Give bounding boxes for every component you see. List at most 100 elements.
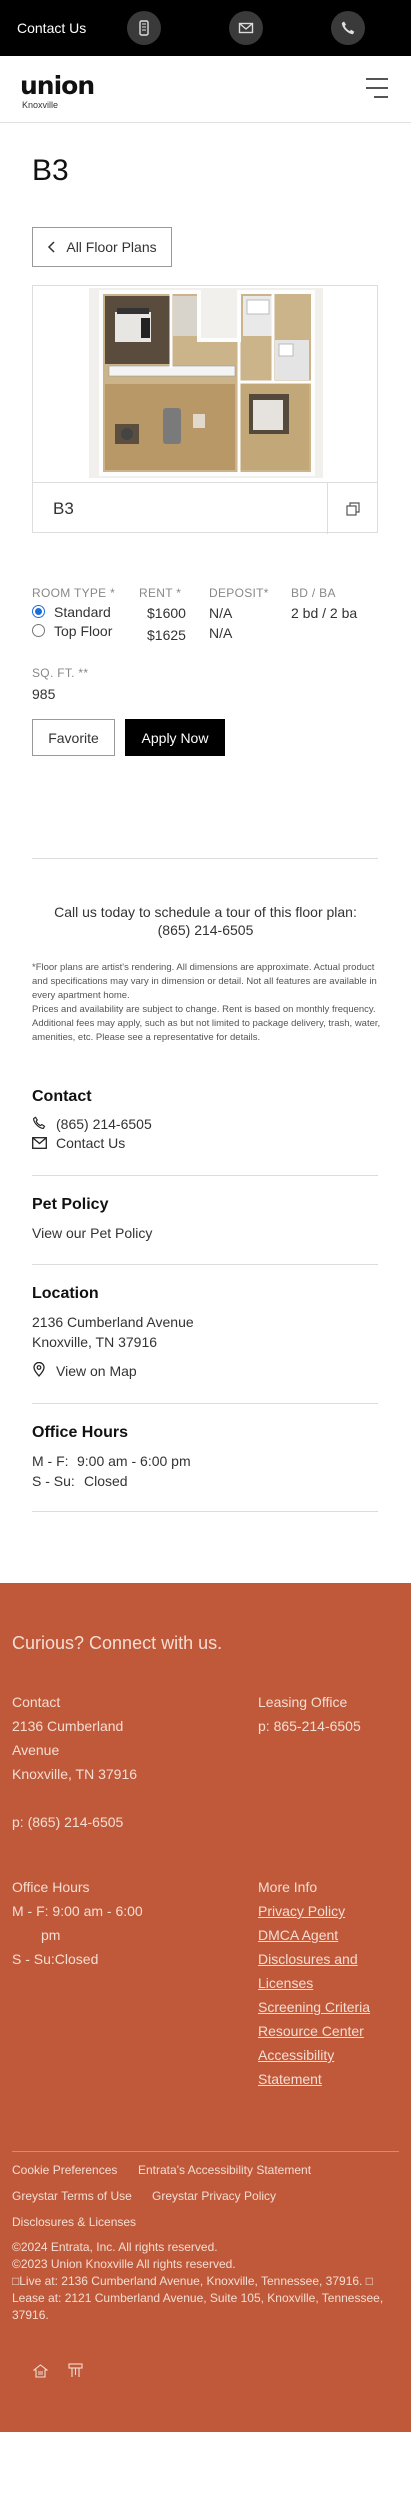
hours-weekend-label: S - Su: [32,1473,75,1489]
sqft-value: 985 [32,686,56,702]
accessibility-link[interactable]: Accessibility [258,2047,334,2063]
hours-weekend-time: Closed [84,1473,128,1489]
map-pin-icon [33,1362,45,1377]
favorite-button[interactable]: Favorite [32,719,115,756]
disclaimer-pricing: Prices and availability are subject to c… [32,1004,381,1043]
floor-plan-card: B3 [32,285,378,534]
cookie-preferences-link[interactable]: Cookie Preferences [12,2163,117,2177]
dmca-agent-link[interactable]: DMCA Agent [258,1927,338,1943]
union-logo[interactable]: union Knoxville [20,71,100,110]
phone-icon [32,1116,46,1130]
footer-divider [12,2151,399,2152]
page-title: B3 [32,154,69,187]
bd-ba-label: BD / BA [291,586,336,600]
office-hours-title: Office Hours [32,1424,129,1441]
footer-address-1: 2136 Cumberland [12,1718,124,1734]
chevron-left-icon [48,241,55,253]
lease-at-address-cont: 37916. [12,2308,49,2322]
room-type-standard-radio[interactable] [32,605,45,618]
disclosures-link[interactable]: Disclosures and [258,1951,358,1967]
contact-phone[interactable]: (865) 214-6505 [56,1116,152,1132]
footer-hours-weekday: M - F: 9:00 am - 6:00 [12,1903,143,1919]
plan-footer: B3 [33,482,377,534]
site-header: union Knoxville [0,56,411,123]
disclosures-link-cont[interactable]: Licenses [258,1975,313,1991]
screening-criteria-link[interactable]: Screening Criteria [258,1999,370,2015]
address-line-1: 2136 Cumberland Avenue [32,1314,194,1330]
divider [32,1511,378,1512]
equal-housing-icon [33,2364,48,2378]
phone-button[interactable] [331,11,365,45]
tour-text: Call us today to schedule a tour of this… [54,904,357,920]
rent-label: RENT * [139,586,182,600]
contact-title: Contact [32,1088,92,1105]
contact-us-link[interactable]: Contact Us [17,20,86,36]
sqft-label: SQ. FT. ** [32,666,89,680]
location-title: Location [32,1285,99,1302]
bd-ba-value: 2 bd / 2 ba [291,605,358,621]
site-footer: Curious? Connect with us. Contact 2136 C… [0,1583,411,2432]
view-on-map-link[interactable]: View on Map [56,1363,137,1379]
footer-hours-weekday-cont: pm [41,1927,61,1943]
footer-hours-label: Office Hours [12,1879,90,1895]
menu-button[interactable] [366,76,388,100]
mobile-phone-button[interactable] [127,11,161,45]
all-floor-plans-label: All Floor Plans [66,239,157,255]
floor-plan-image[interactable] [89,288,323,478]
disclosures-licenses-link[interactable]: Disclosures & Licenses [12,2215,136,2229]
footer-heading: Curious? Connect with us. [12,1633,223,1653]
phone-icon [341,21,355,35]
pet-policy-title: Pet Policy [32,1196,109,1213]
footer-address-2: Avenue [12,1742,60,1758]
resource-center-link[interactable]: Resource Center [258,2023,364,2039]
footer-phone[interactable]: p: (865) 214-6505 [12,1814,123,1830]
disclaimer-floorplans: *Floor plans are artist's rendering. All… [32,962,377,1001]
room-type-label: ROOM TYPE * [32,586,116,600]
gallery-icon [345,501,360,516]
apply-now-button[interactable]: Apply Now [125,719,225,756]
greystar-terms-link[interactable]: Greystar Terms of Use [12,2189,132,2203]
footer-leasing-label: Leasing Office [258,1694,348,1710]
footer-contact-label: Contact [12,1694,61,1710]
all-floor-plans-button[interactable]: All Floor Plans [32,227,172,267]
footer-hours-weekend: S - Su:Closed [12,1951,99,1967]
email-button[interactable] [229,11,263,45]
menu-icon [366,78,388,80]
entrata-accessibility-link[interactable]: Entrata's Accessibility Statement [138,2163,311,2177]
divider [32,1175,378,1176]
tour-phone[interactable]: (865) 214-6505 [0,922,411,938]
address-line-2: Knoxville, TN 37916 [32,1334,158,1350]
lease-at-address: Lease at: 2121 Cumberland Avenue, Suite … [12,2291,384,2305]
footer-leasing-phone[interactable]: p: 865-214-6505 [258,1718,361,1734]
top-bar: Contact Us [0,0,411,56]
hours-weekday-label: M - F: [32,1453,69,1469]
hours-weekday-time: 9:00 am - 6:00 pm [77,1453,191,1469]
gallery-button[interactable] [327,483,377,534]
contact-us-link[interactable]: Contact Us [56,1135,125,1151]
rent-value: $1625 [147,627,186,643]
envelope-icon [238,22,254,34]
accessibility-link-cont[interactable]: Statement [258,2071,322,2087]
plan-name: B3 [53,499,74,518]
footer-more-info-label: More Info [258,1879,318,1895]
footer-address-3: Knoxville, TN 37916 [12,1766,138,1782]
pet-policy-link[interactable]: View our Pet Policy [32,1225,152,1241]
deposit-label: DEPOSIT* [209,586,269,600]
room-type-standard-label: Standard [54,604,111,620]
copyright-union: ©2023 Union Knoxville All rights reserve… [12,2257,236,2271]
deposit-value: N/A [209,605,233,621]
logo-wordmark: union [20,71,95,100]
copyright-entrata: ©2024 Entrata, Inc. All rights reserved. [12,2240,218,2254]
page-bottom [0,2432,411,2500]
live-at-address: □Live at: 2136 Cumberland Avenue, Knoxvi… [12,2274,373,2288]
envelope-icon [32,1137,47,1149]
deposit-value: N/A [209,625,233,641]
mobile-phone-icon [139,20,149,36]
room-type-top-floor-label: Top Floor [54,623,113,639]
accessibility-icon [68,2363,83,2377]
greystar-privacy-link[interactable]: Greystar Privacy Policy [152,2189,276,2203]
divider [32,1264,378,1265]
privacy-policy-link[interactable]: Privacy Policy [258,1903,345,1919]
room-type-top-floor-radio[interactable] [32,624,45,637]
logo-subtitle: Knoxville [22,100,59,110]
